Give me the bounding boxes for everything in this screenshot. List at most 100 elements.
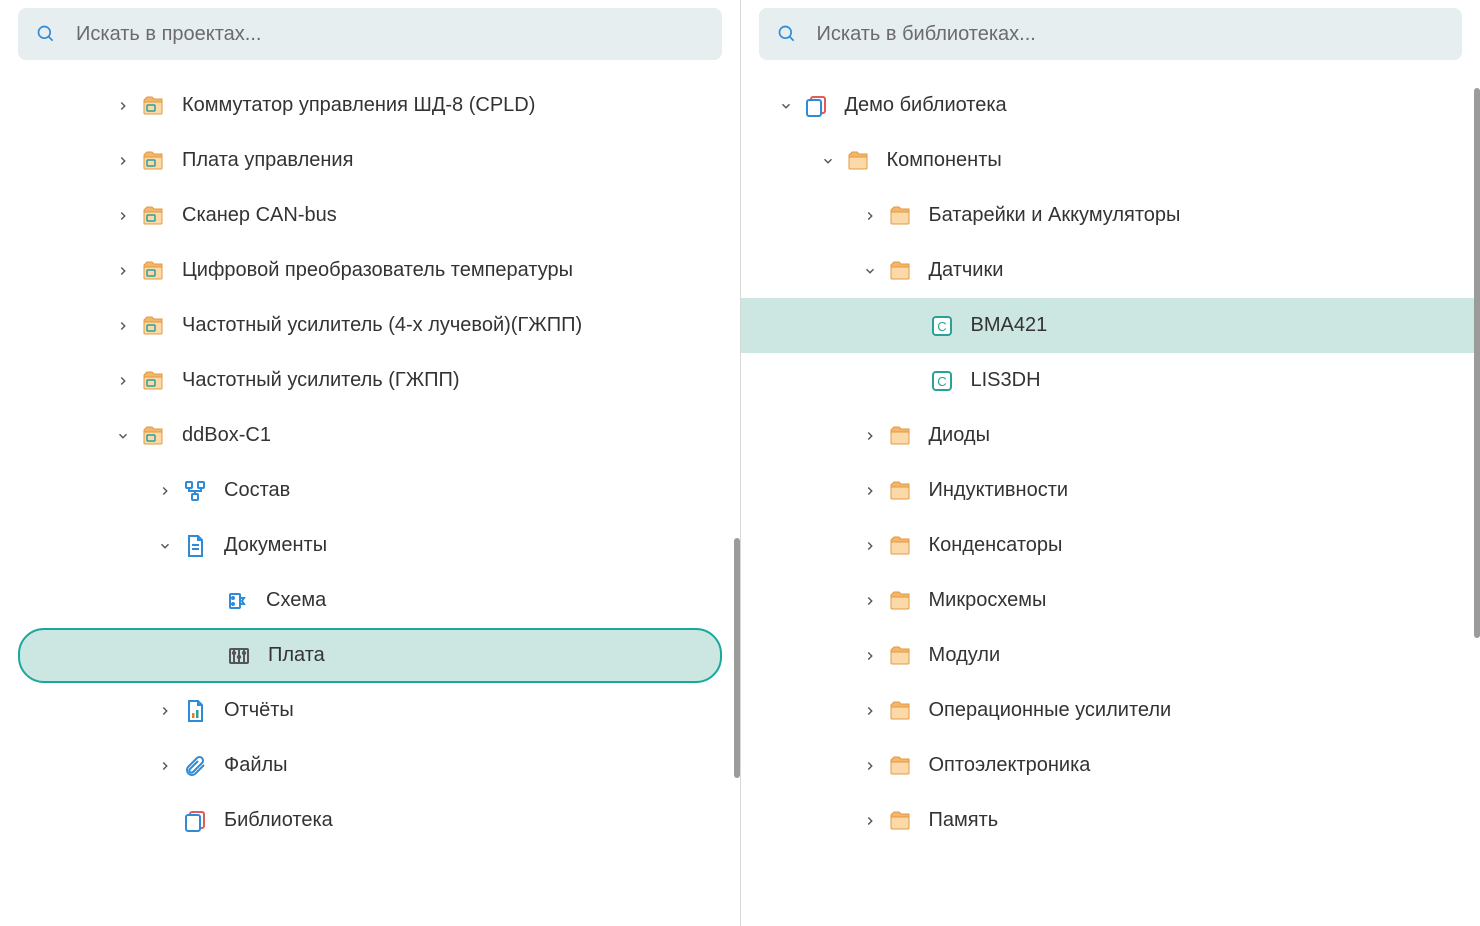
- chevron-down-icon[interactable]: [861, 262, 879, 280]
- svg-text:C: C: [937, 374, 946, 389]
- structure-icon: [182, 478, 208, 504]
- project-icon: [140, 203, 166, 229]
- chevron-right-icon[interactable]: [861, 647, 879, 665]
- tree-row[interactable]: Документы: [18, 518, 722, 573]
- attachment-icon: [182, 753, 208, 779]
- tree-item-label: BMA421: [971, 314, 1048, 337]
- chevron-right-icon[interactable]: [114, 317, 132, 335]
- folder-icon: [887, 478, 913, 504]
- tree-item-label: Модули: [929, 644, 1001, 667]
- libraries-search-box[interactable]: [759, 8, 1463, 60]
- tree-item-label: Коммутатор управления ШД-8 (CPLD): [182, 94, 535, 117]
- chevron-right-icon[interactable]: [861, 702, 879, 720]
- tree-row[interactable]: Микросхемы: [759, 573, 1463, 628]
- project-icon: [140, 93, 166, 119]
- board-icon: [226, 643, 252, 669]
- chevron-right-icon[interactable]: [156, 702, 174, 720]
- projects-tree: Коммутатор управления ШД-8 (CPLD) Плата у…: [18, 78, 722, 848]
- libraries-tree: Демо библиотека Компоненты Батарейки и Акк…: [759, 78, 1463, 848]
- chevron-down-icon[interactable]: [156, 537, 174, 555]
- tree-row[interactable]: C LIS3DH: [759, 353, 1463, 408]
- tree-row[interactable]: Компоненты: [759, 133, 1463, 188]
- chevron-right-icon[interactable]: [861, 812, 879, 830]
- tree-row[interactable]: Диоды: [759, 408, 1463, 463]
- chevron-right-icon[interactable]: [114, 97, 132, 115]
- tree-row[interactable]: C BMA421: [741, 298, 1480, 353]
- library-icon: [803, 93, 829, 119]
- tree-item-label: Память: [929, 809, 999, 832]
- tree-item-label: Оптоэлектроника: [929, 754, 1091, 777]
- folder-icon: [845, 148, 871, 174]
- project-icon: [140, 368, 166, 394]
- libraries-search-input[interactable]: [817, 23, 1445, 46]
- tree-row[interactable]: Частотный усилитель (4-х лучевой)(ГЖПП): [18, 298, 722, 353]
- tree-row[interactable]: Сканер CAN-bus: [18, 188, 722, 243]
- scrollbar-thumb[interactable]: [1474, 88, 1480, 638]
- tree-item-label: Библиотека: [224, 809, 333, 832]
- tree-item-label: Компоненты: [887, 149, 1002, 172]
- tree-row[interactable]: ddBox-C1: [18, 408, 722, 463]
- tree-item-label: Диоды: [929, 424, 990, 447]
- tree-row[interactable]: Частотный усилитель (ГЖПП): [18, 353, 722, 408]
- tree-item-label: Отчёты: [224, 699, 294, 722]
- chevron-down-icon[interactable]: [777, 97, 795, 115]
- tree-item-label: Операционные усилители: [929, 699, 1172, 722]
- tree-item-label: Цифровой преобразователь температуры: [182, 259, 573, 282]
- project-icon: [140, 258, 166, 284]
- tree-row[interactable]: Коммутатор управления ШД-8 (CPLD): [18, 78, 722, 133]
- tree-item-label: Документы: [224, 534, 327, 557]
- tree-row[interactable]: Схема: [18, 573, 722, 628]
- component-icon: C: [929, 368, 955, 394]
- folder-icon: [887, 753, 913, 779]
- chevron-right-icon[interactable]: [861, 207, 879, 225]
- scrollbar-thumb[interactable]: [734, 538, 740, 778]
- tree-item-label: Частотный усилитель (ГЖПП): [182, 369, 460, 392]
- tree-row[interactable]: Операционные усилители: [759, 683, 1463, 738]
- folder-icon: [887, 698, 913, 724]
- tree-row[interactable]: Состав: [18, 463, 722, 518]
- tree-item-label: Датчики: [929, 259, 1004, 282]
- chevron-right-icon[interactable]: [156, 482, 174, 500]
- chevron-right-icon[interactable]: [861, 427, 879, 445]
- folder-icon: [887, 643, 913, 669]
- tree-row[interactable]: Цифровой преобразователь температуры: [18, 243, 722, 298]
- chevron-right-icon[interactable]: [114, 372, 132, 390]
- tree-row[interactable]: Память: [759, 793, 1463, 848]
- chevron-right-icon[interactable]: [114, 207, 132, 225]
- projects-panel: Коммутатор управления ШД-8 (CPLD) Плата у…: [0, 0, 741, 926]
- tree-item-label: Конденсаторы: [929, 534, 1063, 557]
- project-icon: [140, 423, 166, 449]
- component-icon: C: [929, 313, 955, 339]
- chevron-down-icon[interactable]: [114, 427, 132, 445]
- tree-row[interactable]: Батарейки и Аккумуляторы: [759, 188, 1463, 243]
- tree-row[interactable]: Индуктивности: [759, 463, 1463, 518]
- tree-item-label: Состав: [224, 479, 290, 502]
- report-icon: [182, 698, 208, 724]
- tree-row[interactable]: Файлы: [18, 738, 722, 793]
- tree-item-label: Индуктивности: [929, 479, 1069, 502]
- tree-item-label: LIS3DH: [971, 369, 1041, 392]
- chevron-right-icon[interactable]: [861, 592, 879, 610]
- chevron-right-icon[interactable]: [156, 757, 174, 775]
- tree-row[interactable]: Плата управления: [18, 133, 722, 188]
- chevron-right-icon[interactable]: [861, 482, 879, 500]
- tree-row[interactable]: Модули: [759, 628, 1463, 683]
- tree-row[interactable]: Плата: [18, 628, 722, 683]
- chevron-right-icon[interactable]: [861, 537, 879, 555]
- tree-row[interactable]: Оптоэлектроника: [759, 738, 1463, 793]
- chevron-right-icon[interactable]: [861, 757, 879, 775]
- tree-item-label: Схема: [266, 589, 326, 612]
- tree-row[interactable]: Конденсаторы: [759, 518, 1463, 573]
- chevron-right-icon[interactable]: [114, 262, 132, 280]
- tree-row[interactable]: Датчики: [759, 243, 1463, 298]
- projects-search-box[interactable]: [18, 8, 722, 60]
- tree-item-label: Файлы: [224, 754, 288, 777]
- folder-icon: [887, 808, 913, 834]
- tree-row[interactable]: Библиотека: [18, 793, 722, 848]
- folder-icon: [887, 588, 913, 614]
- projects-search-input[interactable]: [76, 23, 704, 46]
- chevron-right-icon[interactable]: [114, 152, 132, 170]
- tree-row[interactable]: Отчёты: [18, 683, 722, 738]
- chevron-down-icon[interactable]: [819, 152, 837, 170]
- tree-row[interactable]: Демо библиотека: [759, 78, 1463, 133]
